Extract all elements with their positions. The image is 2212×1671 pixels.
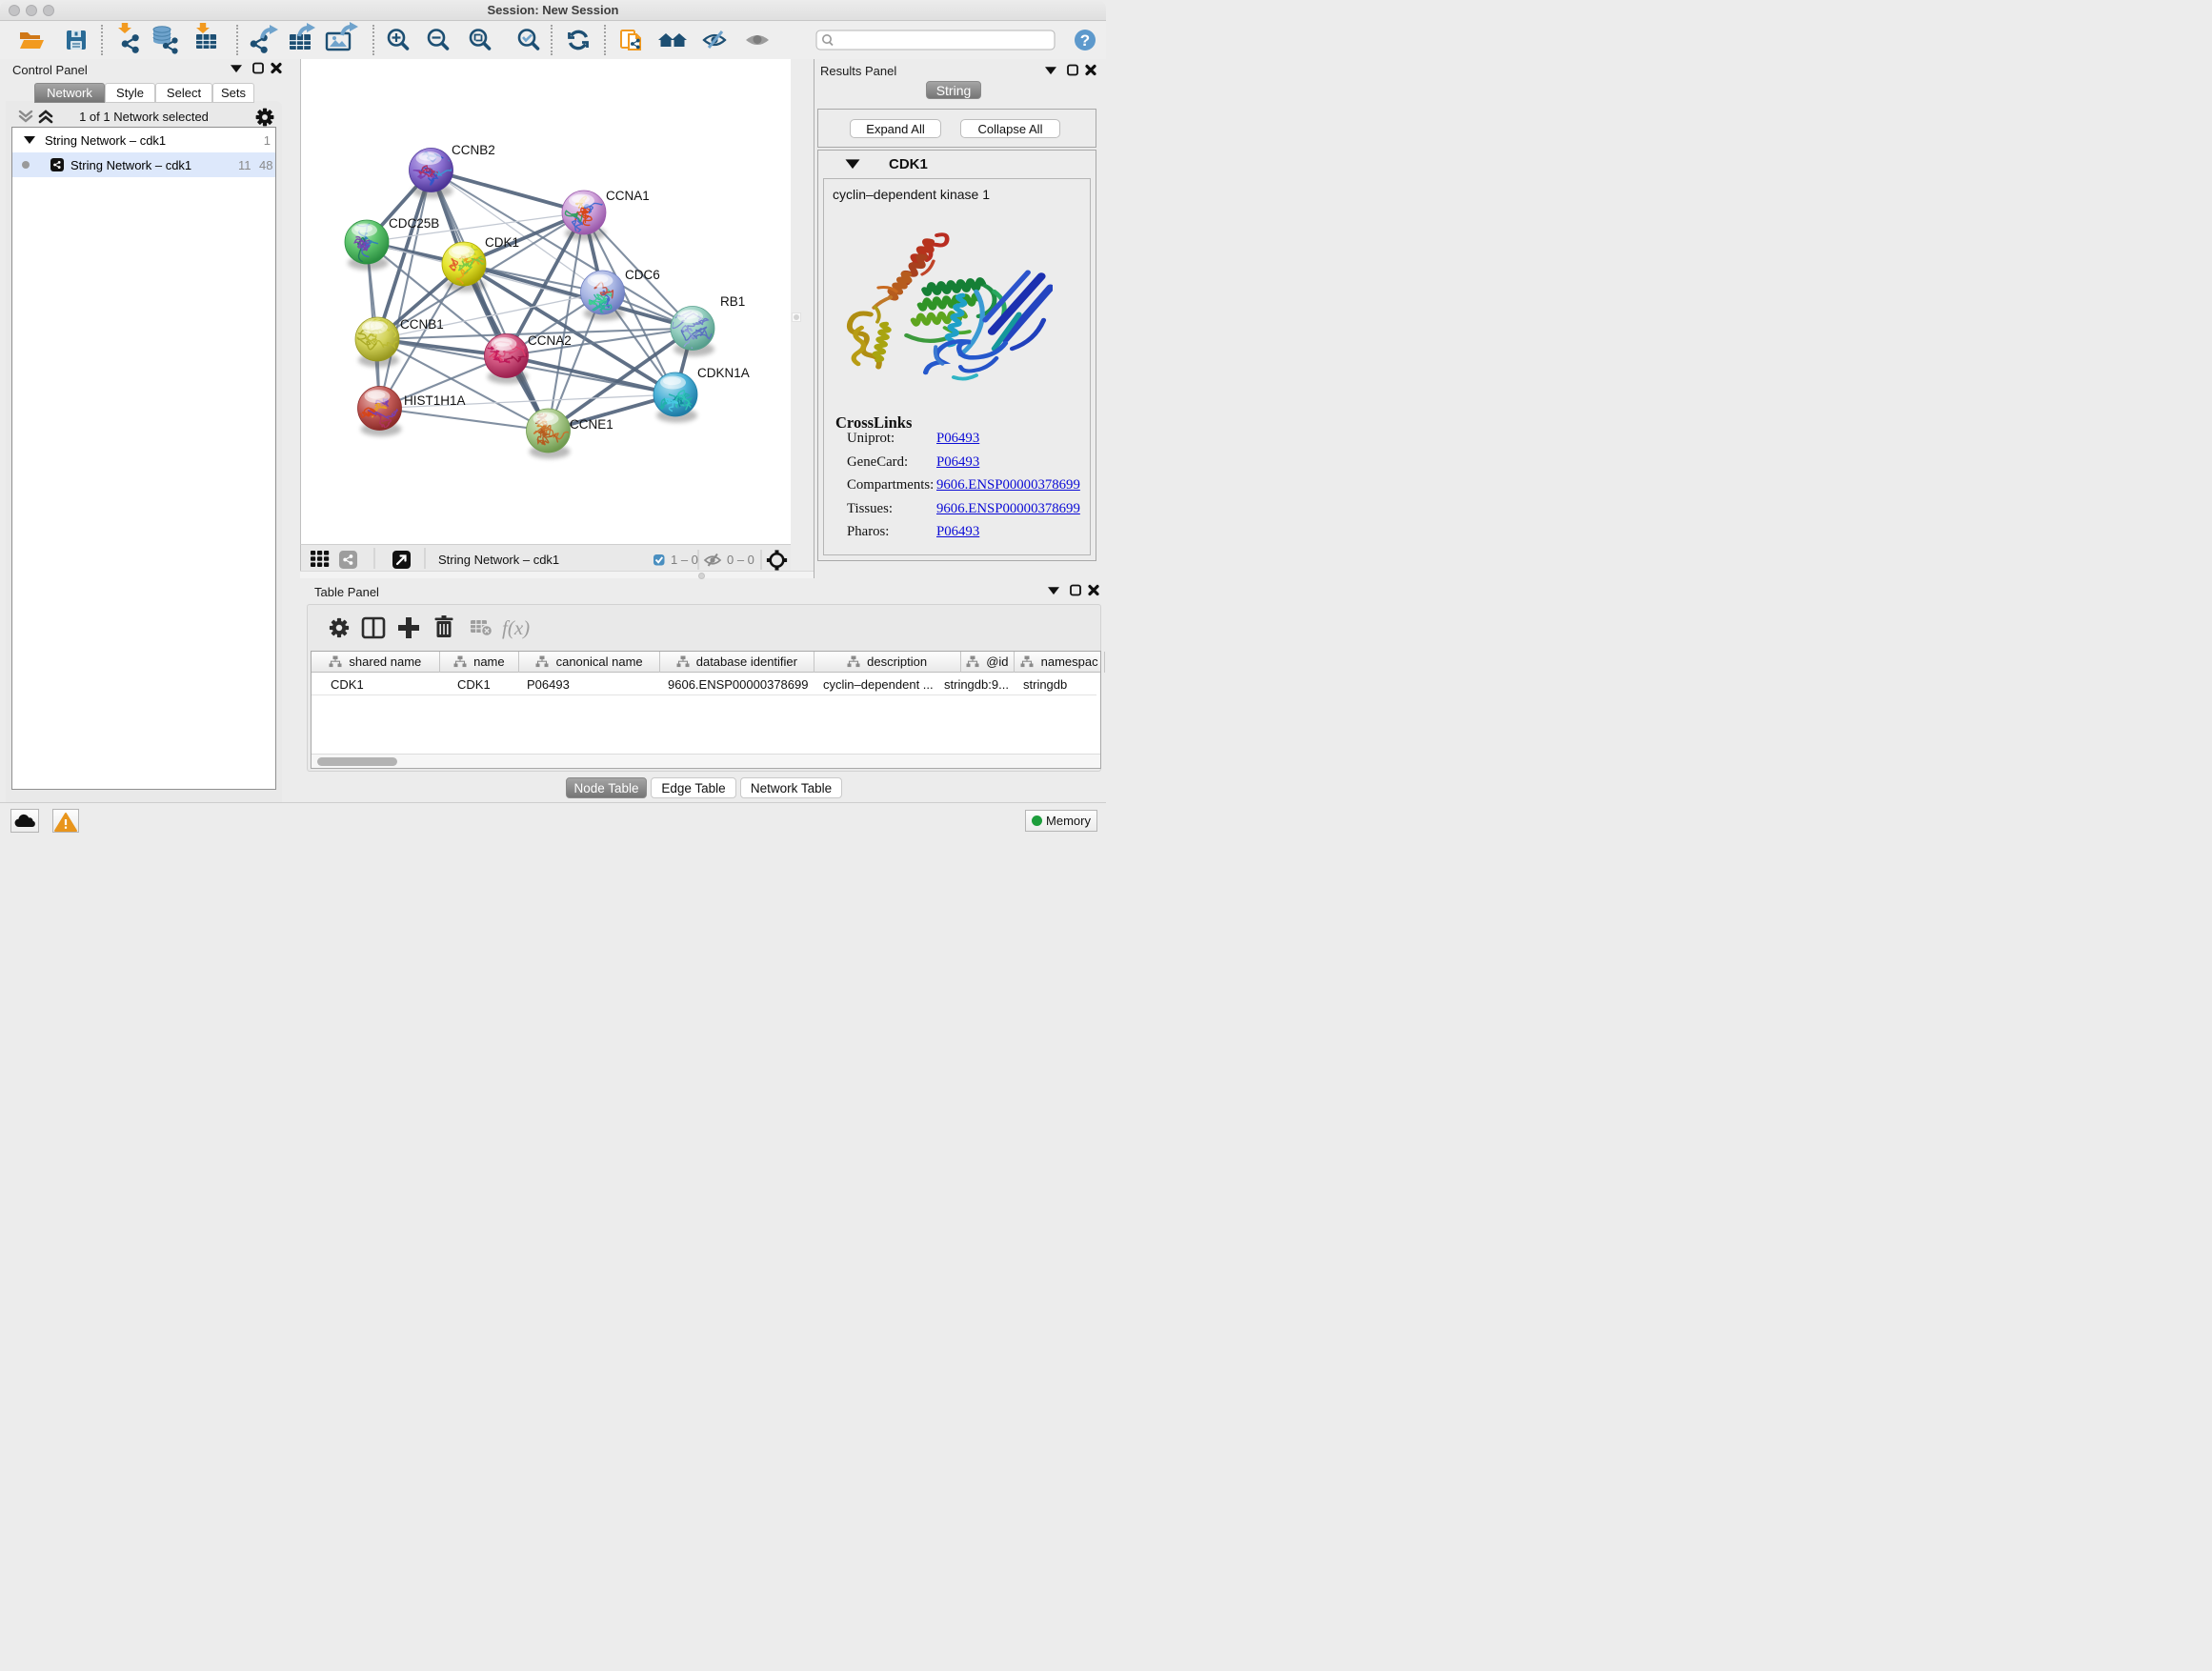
svg-text:CCNB2: CCNB2 bbox=[452, 143, 495, 157]
svg-text:HIST1H1A: HIST1H1A bbox=[404, 393, 466, 408]
svg-text:1 of 1 Network selected: 1 of 1 Network selected bbox=[79, 110, 209, 124]
svg-text:f(x): f(x) bbox=[502, 616, 530, 639]
svg-text:CDC25B: CDC25B bbox=[389, 216, 439, 231]
svg-text:CDKN1A: CDKN1A bbox=[697, 366, 750, 380]
svg-text:CDK1: CDK1 bbox=[485, 235, 519, 250]
svg-text:0 – 0: 0 – 0 bbox=[727, 553, 754, 567]
svg-text:CCNA1: CCNA1 bbox=[606, 189, 650, 203]
svg-text:CCNA2: CCNA2 bbox=[528, 333, 572, 348]
svg-text:RB1: RB1 bbox=[720, 294, 745, 309]
svg-text:String Network – cdk1: String Network – cdk1 bbox=[438, 553, 559, 567]
svg-text:1 – 0: 1 – 0 bbox=[671, 553, 698, 567]
svg-text:CCNE1: CCNE1 bbox=[570, 417, 613, 432]
svg-text:CDC6: CDC6 bbox=[625, 268, 660, 282]
svg-text:?: ? bbox=[1080, 31, 1090, 50]
svg-text:CCNB1: CCNB1 bbox=[400, 317, 444, 332]
